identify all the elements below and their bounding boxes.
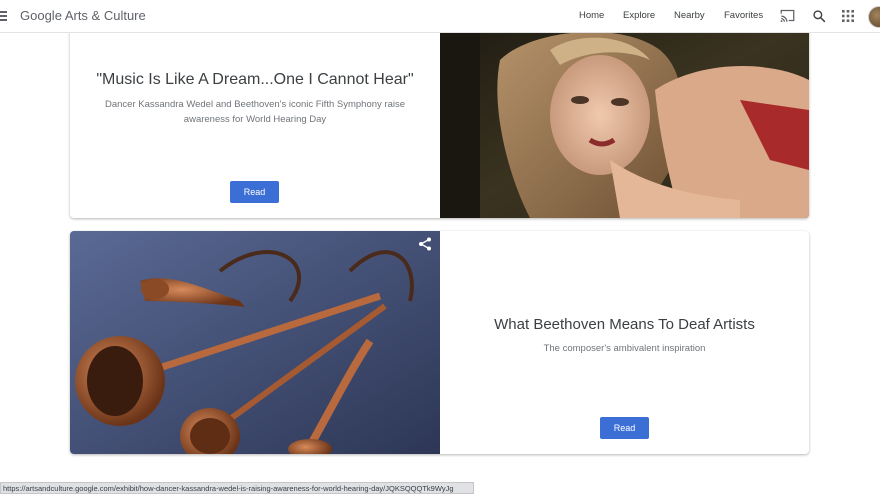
ear-trumpets-photo[interactable] [70,231,440,454]
top-app-bar: Google Arts & Culture Home Explore Nearb… [0,0,880,33]
story-card-dancer[interactable]: "Music Is Like A Dream...One I Cannot He… [70,20,809,218]
story-text-panel: What Beethoven Means To Deaf Artists The… [440,231,809,454]
read-button[interactable]: Read [230,181,279,203]
apps-icon[interactable] [842,10,854,22]
nav-nearby[interactable]: Nearby [674,10,705,21]
dancer-photo[interactable] [440,20,809,218]
cast-icon[interactable] [780,9,795,22]
search-icon[interactable] [812,9,826,23]
menu-icon[interactable] [0,11,7,21]
story-text-panel: "Music Is Like A Dream...One I Cannot He… [70,20,440,218]
card-description: Dancer Kassandra Wedel and Beethoven's i… [105,99,405,125]
nav-home[interactable]: Home [579,10,604,21]
avatar[interactable] [868,6,880,28]
nav-explore[interactable]: Explore [623,10,655,21]
share-icon[interactable] [418,237,432,251]
card-title[interactable]: What Beethoven Means To Deaf Artists [440,316,809,333]
story-card-beethoven[interactable]: What Beethoven Means To Deaf Artists The… [70,231,809,454]
brand-logo[interactable]: Google Arts & Culture [20,8,146,23]
card-description: The composer's ambivalent inspiration [543,343,706,354]
read-button[interactable]: Read [600,417,649,439]
card-title[interactable]: "Music Is Like A Dream...One I Cannot He… [70,71,440,89]
status-bar-url: https://artsandculture.google.com/exhibi… [0,482,474,494]
nav-favorites[interactable]: Favorites [724,10,763,21]
